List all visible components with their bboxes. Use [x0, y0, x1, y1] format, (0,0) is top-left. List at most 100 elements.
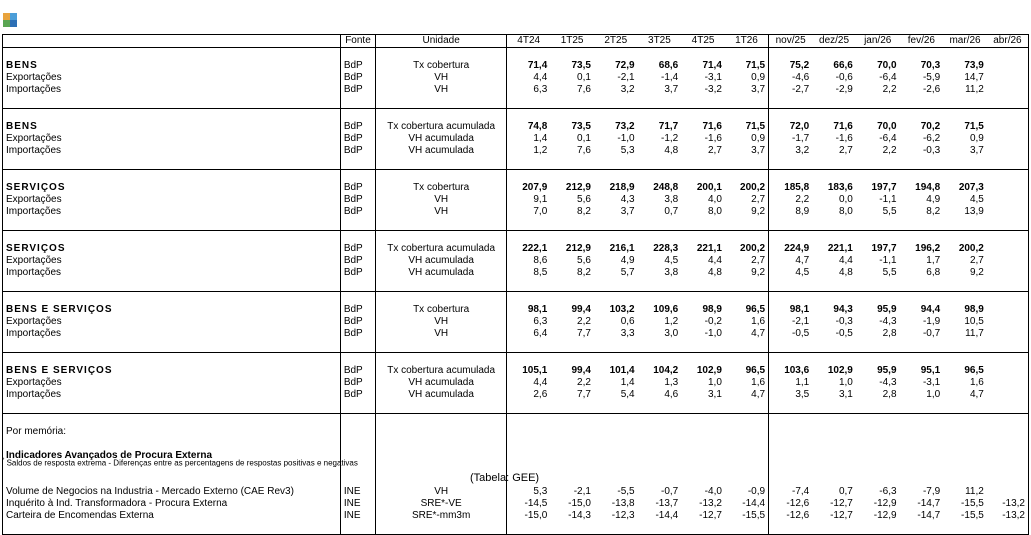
- value-cell: 1,0: [838, 377, 853, 388]
- divider-cell: [812, 157, 856, 170]
- divider-cell: [943, 401, 987, 414]
- spacer-cell: [594, 109, 638, 122]
- value-cell: 4,4: [708, 255, 722, 266]
- row-source: BdP: [339, 243, 376, 255]
- value-cell: 5,3: [620, 145, 635, 156]
- table-row: Exportações BdP VH acumulada 8,6 5,6 4,9 4,5 4,…: [3, 255, 1029, 267]
- value-cell: -0,3: [835, 316, 853, 327]
- row-unit: Tx cobertura acumulada: [375, 243, 507, 255]
- row-unit: SRE*-VE: [375, 498, 507, 510]
- spacer-cell: [375, 291, 507, 304]
- divider-cell: [855, 340, 900, 353]
- spacer-cell: [638, 438, 682, 450]
- spacer-cell: [506, 352, 551, 365]
- value-cell: 200,2: [740, 182, 766, 193]
- divider-cell: [681, 401, 725, 414]
- value-cell: 70,0: [877, 121, 897, 132]
- value-cell: 7,0: [506, 206, 551, 218]
- spacer-cell: [900, 353, 944, 366]
- value-cell: 183,6: [827, 182, 853, 193]
- value-cell: -0,5: [835, 328, 853, 339]
- value-cell: 3,7: [969, 145, 984, 156]
- empty-cell: [375, 426, 507, 438]
- header-period: 1T25: [550, 34, 594, 48]
- value-cell: 8,2: [577, 206, 591, 217]
- section-divider: [2, 401, 1029, 414]
- value-cell: 14,7: [964, 72, 984, 83]
- divider-cell: [550, 340, 594, 353]
- value-cell: -0,7: [661, 486, 679, 497]
- spacer-cell: [506, 522, 551, 535]
- header-period: nov/25: [768, 34, 813, 48]
- spacer-cell: [339, 352, 376, 365]
- value-cell: 0,9: [751, 133, 766, 144]
- divider-cell: [986, 96, 1029, 109]
- row-unit: VH acumulada: [375, 267, 507, 279]
- spacer-cell: [550, 414, 594, 427]
- value-cell: 4,8: [664, 145, 679, 156]
- empty-cell: [506, 426, 551, 438]
- spacer-cell: [943, 414, 987, 427]
- value-cell: -12,7: [699, 510, 722, 521]
- spacer-cell: [681, 462, 725, 474]
- spacer-cell: [506, 108, 551, 121]
- divider-cell: [2, 340, 341, 353]
- value-cell: -13,2: [699, 498, 722, 509]
- spacer-cell: [725, 292, 769, 305]
- divider-cell: [812, 96, 856, 109]
- value-cell: -6,4: [879, 72, 897, 83]
- row-source: BdP: [339, 145, 376, 157]
- value-cell: 6,3: [506, 84, 551, 96]
- spacer-cell: [375, 438, 507, 450]
- row-label: Volume de Negocios na Industria - Mercad…: [6, 486, 294, 497]
- spacer-cell: [339, 169, 376, 182]
- spacer-cell: [900, 522, 944, 535]
- value-cell: 96,5: [964, 365, 984, 376]
- divider-cell: [506, 279, 551, 292]
- value-cell: 99,4: [571, 304, 591, 315]
- value-cell: -14,7: [917, 510, 941, 521]
- value-cell: 10,5: [964, 316, 984, 327]
- header-period: 4T25: [681, 34, 725, 48]
- spacer-cell: [856, 353, 900, 366]
- empty-cell: [900, 426, 944, 438]
- row-label: Importações: [6, 206, 62, 217]
- value-cell: 4,3: [620, 194, 635, 205]
- divider-cell: [593, 96, 638, 109]
- value-cell: 71,6: [702, 121, 722, 132]
- value-cell: 197,7: [871, 182, 897, 193]
- section-divider: [2, 340, 1029, 353]
- empty-cell: [856, 426, 900, 438]
- divider-cell: [724, 218, 769, 231]
- empty-cell: [550, 450, 594, 462]
- section-title-row: BENS E SERVIÇOS BdP Tx cobertura acumulada…: [3, 365, 1029, 377]
- value-cell: 4,7: [751, 389, 766, 400]
- divider-cell: [768, 218, 813, 231]
- value-cell: 98,9: [964, 304, 984, 315]
- section-title-row: BENS BdP Tx cobertura acumulada 74,8 73,5 73,…: [3, 121, 1029, 133]
- value-cell: 73,5: [571, 60, 591, 71]
- divider-cell: [339, 401, 376, 414]
- divider-cell: [550, 279, 594, 292]
- header-period: 1T26: [724, 34, 769, 48]
- value-cell: 3,5: [768, 389, 813, 401]
- table-row: Exportações BdP VH acumulada 1,4 0,1 -1,0 -1,2…: [3, 133, 1029, 145]
- spacer-cell: [856, 414, 900, 427]
- value-cell: 2,2: [768, 194, 813, 206]
- divider-cell: [637, 218, 682, 231]
- value-cell: 8,5: [506, 267, 551, 279]
- spacer-cell: [987, 231, 1029, 244]
- spacer-cell: [856, 474, 900, 486]
- spacer-cell: [768, 438, 813, 450]
- value-cell: 1,2: [506, 145, 551, 157]
- spacer-cell: [812, 231, 856, 244]
- spacer-cell: [638, 292, 682, 305]
- spacer-cell: [943, 522, 987, 535]
- value-cell: -3,2: [704, 84, 722, 95]
- value-cell: 73,5: [571, 121, 591, 132]
- empty-cell: [856, 450, 900, 462]
- divider-cell: [637, 340, 682, 353]
- value-cell: -4,3: [879, 377, 897, 388]
- value-cell: -15,5: [742, 510, 766, 521]
- table-row: Carteira de Encomendas Externa INE SRE*-mm…: [3, 510, 1029, 522]
